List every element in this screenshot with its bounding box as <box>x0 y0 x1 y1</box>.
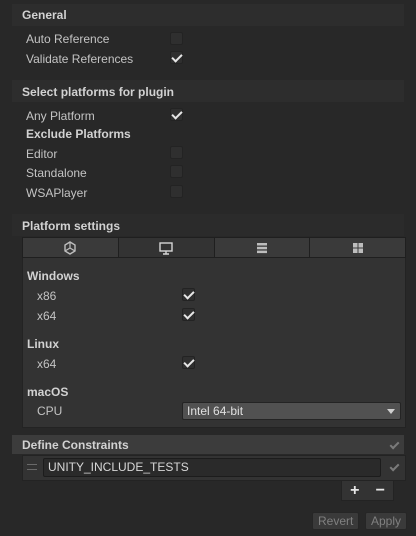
windows-x86-checkbox[interactable] <box>182 288 195 301</box>
tab-wsa[interactable] <box>310 238 405 257</box>
validate-references-label: Validate References <box>26 52 134 66</box>
define-constraints-title: Define Constraints <box>22 438 129 452</box>
auto-reference-label: Auto Reference <box>26 32 110 46</box>
constraints-valid-icon <box>389 440 399 450</box>
revert-button[interactable]: Revert <box>312 512 360 530</box>
general-header <box>12 4 404 26</box>
windows-title: Windows <box>27 269 80 283</box>
tab-server[interactable] <box>215 238 311 257</box>
apply-button[interactable]: Apply <box>365 512 408 530</box>
exclude-standalone-label: Standalone <box>26 166 87 180</box>
linux-title: Linux <box>27 337 59 351</box>
drag-handle-icon[interactable] <box>27 464 37 470</box>
exclude-wsaplayer-checkbox[interactable] <box>170 185 183 198</box>
monitor-icon <box>159 241 173 255</box>
exclude-editor-checkbox[interactable] <box>170 146 183 159</box>
unity-logo-icon <box>64 240 77 255</box>
constraint-valid-icon <box>389 462 399 472</box>
any-platform-label: Any Platform <box>26 109 95 123</box>
validate-references-checkbox[interactable] <box>170 51 183 64</box>
exclude-wsaplayer-label: WSAPlayer <box>26 186 88 200</box>
exclude-platforms-title: Exclude Platforms <box>26 127 131 141</box>
tab-default[interactable] <box>23 238 119 257</box>
linux-x64-checkbox[interactable] <box>182 356 195 369</box>
exclude-editor-label: Editor <box>26 147 58 161</box>
remove-constraint-button[interactable]: − <box>376 482 385 500</box>
platforms-title: Select platforms for plugin <box>22 85 175 99</box>
tab-standalone[interactable] <box>118 238 215 257</box>
windows-x86-label: x86 <box>37 289 57 303</box>
windows-x64-label: x64 <box>37 309 57 323</box>
windows-logo-icon <box>352 242 363 253</box>
auto-reference-checkbox[interactable] <box>170 32 183 45</box>
macos-title: macOS <box>27 385 69 399</box>
server-icon <box>256 242 267 253</box>
linux-x64-label: x64 <box>37 357 57 371</box>
chevron-down-icon <box>387 409 395 414</box>
exclude-standalone-checkbox[interactable] <box>170 165 183 178</box>
list-add-remove: + − <box>341 481 394 501</box>
constraint-field[interactable]: UNITY_INCLUDE_TESTS <box>43 458 381 477</box>
add-constraint-button[interactable]: + <box>350 482 359 500</box>
cpu-label: CPU <box>37 404 63 418</box>
any-platform-checkbox[interactable] <box>170 108 183 121</box>
constraint-field-value: UNITY_INCLUDE_TESTS <box>48 460 189 474</box>
general-title: General <box>22 8 67 22</box>
platform-settings-title: Platform settings <box>22 219 121 233</box>
cpu-dropdown-value: Intel 64-bit <box>187 404 244 418</box>
platform-tabs <box>22 237 406 258</box>
cpu-dropdown[interactable]: Intel 64-bit <box>182 402 401 420</box>
windows-x64-checkbox[interactable] <box>182 308 195 321</box>
